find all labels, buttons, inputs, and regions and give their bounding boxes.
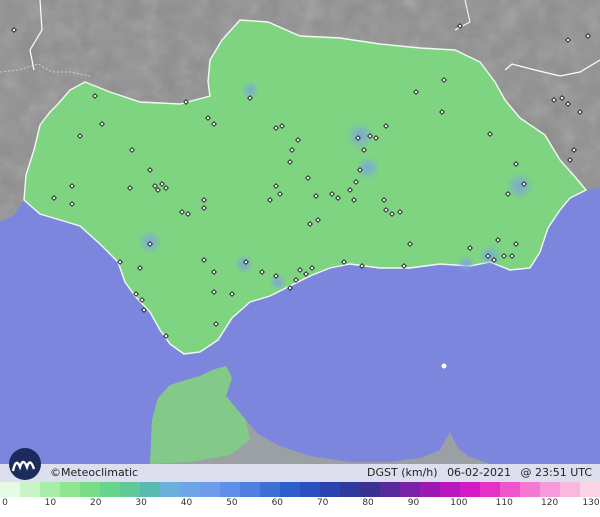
color-swatch (580, 482, 600, 497)
color-swatch (440, 482, 460, 497)
gust-spot (234, 254, 254, 274)
scale-tick-label: 50 (226, 498, 238, 508)
color-swatch (140, 482, 160, 497)
color-swatch (300, 482, 320, 497)
scale-tick-label: 110 (495, 498, 513, 508)
color-swatch (160, 482, 180, 497)
color-swatch (20, 482, 40, 497)
scale-tick-label: 10 (44, 498, 57, 508)
color-swatch (400, 482, 420, 497)
color-swatch (280, 482, 300, 497)
meteoclimatic-logo[interactable] (5, 447, 51, 481)
color-swatch (180, 482, 200, 497)
credit-text: ©Meteoclimatic (50, 466, 139, 479)
color-scale-bar (0, 482, 600, 497)
map-canvas[interactable] (0, 0, 600, 482)
color-scale-ticks: 0 10 20 30 40 50 60 70 80 90 100 110 120 130 (0, 498, 600, 514)
color-swatch (200, 482, 220, 497)
color-swatch (240, 482, 260, 497)
scale-tick-label: 130 (582, 498, 600, 508)
scale-tick-label: 20 (90, 498, 102, 508)
color-swatch (260, 482, 280, 497)
color-swatch (120, 482, 140, 497)
color-swatch (360, 482, 380, 497)
color-swatch (420, 482, 440, 497)
variable-label: DGST (km/h) (367, 466, 438, 479)
color-swatch (60, 482, 80, 497)
color-swatch (480, 482, 500, 497)
color-swatch (540, 482, 560, 497)
color-swatch (520, 482, 540, 497)
gust-spot (457, 255, 475, 273)
color-swatch (460, 482, 480, 497)
scale-tick-label: 90 (407, 498, 420, 508)
color-swatch (560, 482, 580, 497)
color-swatch (100, 482, 120, 497)
color-swatch (320, 482, 340, 497)
color-swatch (500, 482, 520, 497)
color-swatch (380, 482, 400, 497)
scale-tick-label: 80 (362, 498, 374, 508)
scale-tick-label: 30 (135, 498, 147, 508)
map-view[interactable]: ©Meteoclimatic DGST (km/h) 06-02-2021 @ … (0, 0, 600, 517)
scale-tick-label: 120 (541, 498, 559, 508)
time-label: @ 23:51 UTC (520, 466, 593, 479)
color-scale: 0 10 20 30 40 50 60 70 80 90 100 110 120 130 (0, 482, 600, 517)
caption-text: DGST (km/h) 06-02-2021 @ 23:51 UTC (361, 466, 592, 479)
gust-spot (506, 172, 534, 200)
color-swatch (40, 482, 60, 497)
color-swatch (340, 482, 360, 497)
scale-tick-label: 100 (450, 498, 468, 508)
scale-tick-label: 70 (316, 498, 329, 508)
scale-tick-label: 40 (180, 498, 193, 508)
date-label: 06-02-2021 (447, 466, 511, 479)
color-swatch (80, 482, 100, 497)
color-swatch (0, 482, 20, 497)
scale-tick-label: 0 (2, 498, 8, 508)
color-swatch (220, 482, 240, 497)
alboran-island (441, 363, 447, 369)
scale-tick-label: 60 (271, 498, 284, 508)
